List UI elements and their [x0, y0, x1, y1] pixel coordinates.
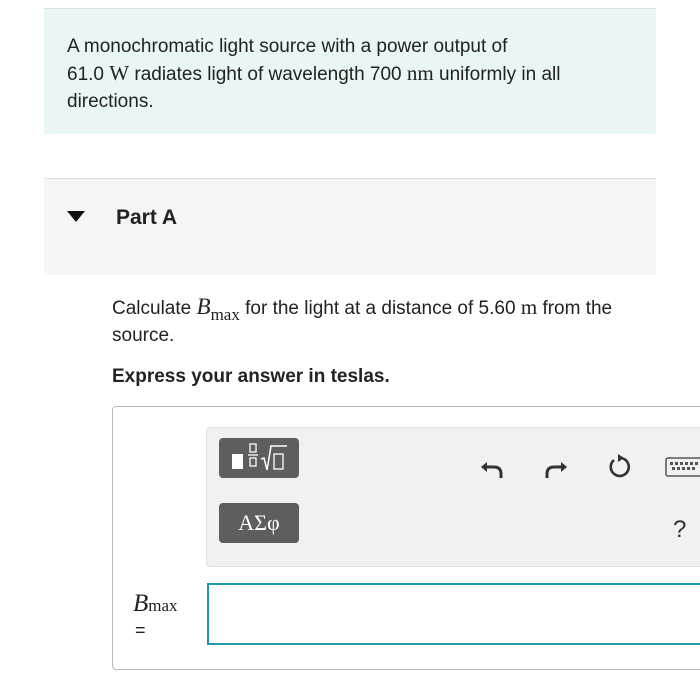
distance-value: 5.60 [478, 298, 516, 319]
question-mid: for the light at a distance of [245, 298, 474, 319]
distance-unit: m [520, 295, 538, 319]
answer-equals: = [135, 620, 146, 640]
templates-icon [232, 443, 287, 471]
wavelength-value: 700 [369, 64, 402, 85]
answer-variable-label: Bmax = [133, 590, 178, 641]
math-toolbar: ΑΣφ ? [206, 427, 700, 567]
power-value: 61.0 [67, 64, 104, 85]
help-button[interactable]: ? [673, 516, 686, 544]
problem-line1: A monochromatic light source with a powe… [67, 36, 508, 57]
keyboard-icon[interactable] [665, 455, 700, 483]
part-a-header[interactable]: Part A [44, 178, 656, 275]
question-var-symbol: B [196, 294, 211, 319]
answer-var-symbol: B [133, 590, 149, 617]
symbols-button[interactable]: ΑΣφ [219, 503, 299, 543]
answer-box: ΑΣφ ? Bmax = [112, 406, 700, 670]
redo-icon[interactable] [541, 453, 569, 481]
templates-button[interactable] [219, 438, 299, 478]
undo-icon[interactable] [479, 453, 507, 481]
wavelength-unit: nm [406, 61, 434, 85]
answer-instruction: Express your answer in teslas. [112, 366, 390, 387]
problem-statement-box: A monochromatic light source with a powe… [44, 8, 656, 134]
answer-input[interactable] [207, 583, 700, 645]
question-text: Calculate Bmax for the light at a distan… [112, 293, 652, 349]
reset-icon[interactable] [605, 453, 633, 481]
answer-var-sub: max [148, 596, 178, 615]
question-pre: Calculate [112, 298, 192, 319]
collapse-caret-icon[interactable] [67, 211, 85, 222]
problem-mid-text: radiates light of wavelength [134, 64, 365, 85]
question-var-sub: max [210, 305, 240, 324]
problem-text: A monochromatic light source with a powe… [67, 33, 637, 115]
power-unit: W [109, 61, 130, 85]
part-title: Part A [116, 206, 178, 229]
